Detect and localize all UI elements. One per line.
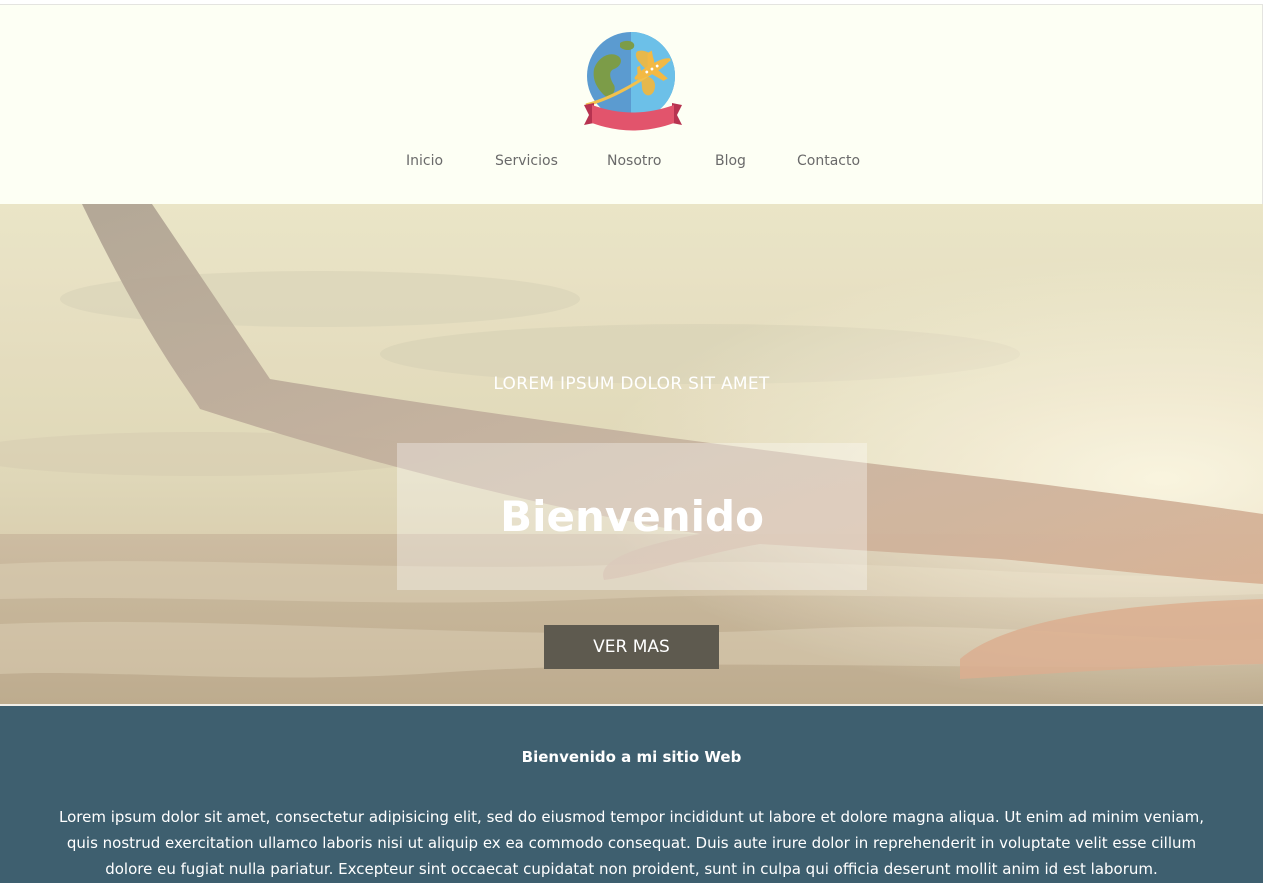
welcome-title: Bienvenido a mi sitio Web	[521, 748, 742, 766]
hero-title-box: Bienvenido	[397, 443, 867, 590]
welcome-text: Lorem ipsum dolor sit amet, consectetur …	[59, 808, 1204, 878]
ver-mas-button[interactable]: VER MAS	[544, 625, 719, 669]
hero-subtitle: LOREM IPSUM DOLOR SIT AMET	[493, 374, 770, 394]
hero-title: Bienvenido	[500, 492, 764, 541]
page: Inicio Servicios Nosotro Blog Contacto L…	[0, 0, 1265, 883]
nav-link-blog[interactable]: Blog	[715, 153, 746, 169]
hero-banner: LOREM IPSUM DOLOR SIT AMET Bienvenido VE…	[0, 204, 1263, 704]
main-nav: Inicio Servicios Nosotro Blog Contacto	[0, 153, 1263, 179]
nav-link-contacto[interactable]: Contacto	[797, 153, 860, 169]
welcome-section: Bienvenido a mi sitio Web Lorem ipsum do…	[0, 706, 1263, 883]
nav-link-nosotro[interactable]: Nosotro	[607, 153, 661, 169]
nav-link-inicio[interactable]: Inicio	[406, 153, 443, 169]
globe-airplane-icon[interactable]	[580, 29, 686, 133]
site-header: Inicio Servicios Nosotro Blog Contacto	[0, 4, 1263, 204]
nav-link-servicios[interactable]: Servicios	[495, 153, 558, 169]
